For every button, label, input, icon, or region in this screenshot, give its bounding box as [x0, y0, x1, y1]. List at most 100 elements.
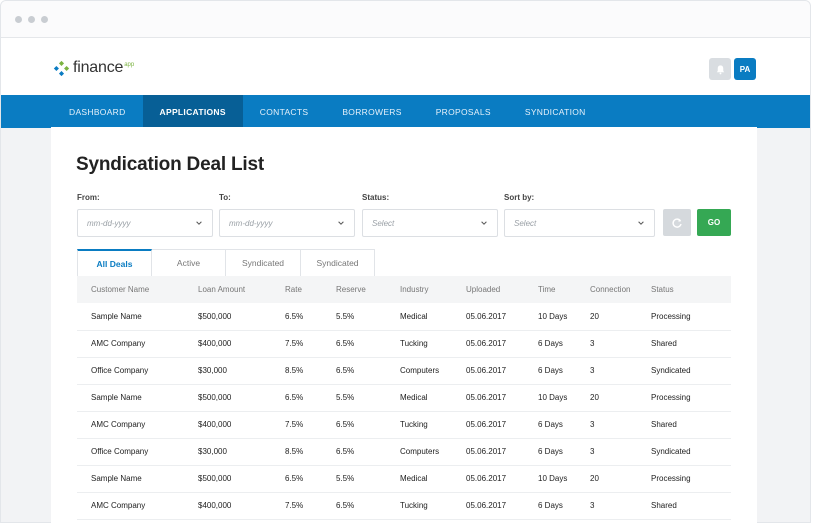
table-row[interactable]: Office Company $30,000 8.5% 6.5% Compute…	[77, 357, 731, 385]
time-cell: 6 Days	[538, 330, 590, 358]
time-cell: 6 Days	[538, 411, 590, 439]
from-filter: From: mm-dd-yyyy	[77, 193, 213, 237]
reserve-cell: 6.5%	[336, 438, 400, 466]
customer-name-cell: AMC Company	[77, 492, 198, 520]
industry-cell: Tucking	[400, 330, 466, 358]
column-header[interactable]: Rate	[285, 276, 336, 303]
nav-item-borrowers[interactable]: BORROWERS	[325, 95, 418, 128]
nav-item-syndication[interactable]: SYNDICATION	[508, 95, 603, 128]
reserve-cell: 6.5%	[336, 330, 400, 358]
rate-cell: 7.5%	[285, 492, 336, 520]
time-cell: 10 Days	[538, 303, 590, 331]
reserve-cell: 5.5%	[336, 465, 400, 493]
customer-name-cell: Office Company	[77, 357, 198, 385]
connection-cell: 3	[590, 411, 651, 439]
reserve-cell: 6.5%	[336, 492, 400, 520]
status-cell: Syndicated	[651, 438, 731, 466]
connection-cell: 3	[590, 330, 651, 358]
nav-item-contacts[interactable]: CONTACTS	[243, 95, 326, 128]
logo-text: finance	[73, 59, 124, 76]
avatar[interactable]: PA	[734, 58, 756, 80]
column-header[interactable]: Uploaded	[466, 276, 538, 303]
rate-cell: 6.5%	[285, 384, 336, 412]
nav-item-applications[interactable]: APPLICATIONS	[142, 95, 243, 128]
rate-cell: 6.5%	[285, 465, 336, 493]
industry-cell: Computers	[400, 438, 466, 466]
status-cell: Processing	[651, 384, 731, 412]
status-filter: Status: Select	[362, 193, 498, 237]
loan-amount-cell: $30,000	[198, 438, 285, 466]
table-row[interactable]: Sample Name $500,000 6.5% 5.5% Medical 0…	[77, 303, 731, 331]
connection-cell: 3	[590, 357, 651, 385]
column-header[interactable]: Reserve	[336, 276, 400, 303]
tab-all-deals[interactable]: All Deals	[77, 249, 152, 277]
status-cell: Syndicated	[651, 357, 731, 385]
uploaded-cell: 05.06.2017	[466, 465, 538, 493]
industry-cell: Tucking	[400, 411, 466, 439]
notifications-button[interactable]	[709, 58, 731, 80]
sort-placeholder: Select	[514, 218, 537, 228]
logo[interactable]: finance app	[53, 59, 134, 77]
time-cell: 6 Days	[538, 492, 590, 520]
refresh-button[interactable]	[663, 209, 691, 236]
main-nav: DASHBOARD APPLICATIONS CONTACTS BORROWER…	[1, 95, 810, 128]
refresh-icon	[672, 217, 682, 228]
from-date-placeholder: mm-dd-yyyy	[87, 218, 131, 228]
window-dot	[41, 15, 48, 23]
table-row[interactable]: AMC Company $400,000 7.5% 6.5% Tucking 0…	[77, 411, 731, 439]
chevron-down-icon	[638, 221, 644, 225]
status-cell: Processing	[651, 303, 731, 331]
chevron-down-icon	[338, 221, 344, 225]
column-header[interactable]: Customer Name	[77, 276, 198, 303]
column-header[interactable]: Time	[538, 276, 590, 303]
tab-syndicated-2[interactable]: Syndicated	[301, 249, 375, 277]
window-dot	[28, 15, 35, 23]
customer-name-cell: Office Company	[77, 438, 198, 466]
table-row[interactable]: Office Company $30,000 8.5% 6.5% Compute…	[77, 438, 731, 466]
window-dot	[15, 15, 22, 23]
connection-cell: 20	[590, 384, 651, 412]
column-header[interactable]: Connection	[590, 276, 651, 303]
column-header[interactable]: Loan Amount	[198, 276, 285, 303]
status-cell: Shared	[651, 492, 731, 520]
deals-table: Customer Name Loan Amount Rate Reserve I…	[77, 276, 731, 520]
customer-name-cell: Sample Name	[77, 465, 198, 493]
to-date-select[interactable]: mm-dd-yyyy	[219, 209, 355, 237]
sort-filter: Sort by: Select	[504, 193, 655, 237]
table-row[interactable]: Sample Name $500,000 6.5% 5.5% Medical 0…	[77, 384, 731, 412]
customer-name-cell: AMC Company	[77, 330, 198, 358]
sort-label: Sort by:	[504, 193, 535, 202]
connection-cell: 3	[590, 492, 651, 520]
content-panel: Syndication Deal List From: mm-dd-yyyy T…	[51, 127, 757, 523]
tab-syndicated[interactable]: Syndicated	[226, 249, 301, 277]
loan-amount-cell: $400,000	[198, 492, 285, 520]
reserve-cell: 6.5%	[336, 411, 400, 439]
loan-amount-cell: $400,000	[198, 330, 285, 358]
column-header[interactable]: Status	[651, 276, 731, 303]
uploaded-cell: 05.06.2017	[466, 438, 538, 466]
uploaded-cell: 05.06.2017	[466, 303, 538, 331]
from-date-select[interactable]: mm-dd-yyyy	[77, 209, 213, 237]
tab-active[interactable]: Active	[152, 249, 226, 277]
uploaded-cell: 05.06.2017	[466, 411, 538, 439]
rate-cell: 8.5%	[285, 357, 336, 385]
rate-cell: 7.5%	[285, 411, 336, 439]
loan-amount-cell: $500,000	[198, 465, 285, 493]
industry-cell: Medical	[400, 384, 466, 412]
go-button[interactable]: GO	[697, 209, 731, 236]
reserve-cell: 5.5%	[336, 303, 400, 331]
status-select[interactable]: Select	[362, 209, 498, 237]
connection-cell: 20	[590, 465, 651, 493]
industry-cell: Tucking	[400, 492, 466, 520]
table-row[interactable]: AMC Company $400,000 7.5% 6.5% Tucking 0…	[77, 330, 731, 358]
nav-item-dashboard[interactable]: DASHBOARD	[52, 95, 143, 128]
rate-cell: 8.5%	[285, 438, 336, 466]
nav-item-proposals[interactable]: PROPOSALS	[419, 95, 508, 128]
app-header: finance app PA	[1, 38, 810, 95]
column-header[interactable]: Industry	[400, 276, 466, 303]
table-row[interactable]: AMC Company $400,000 7.5% 6.5% Tucking 0…	[77, 492, 731, 520]
loan-amount-cell: $30,000	[198, 357, 285, 385]
sort-select[interactable]: Select	[504, 209, 655, 237]
chevron-down-icon	[196, 221, 202, 225]
table-row[interactable]: Sample Name $500,000 6.5% 5.5% Medical 0…	[77, 465, 731, 493]
